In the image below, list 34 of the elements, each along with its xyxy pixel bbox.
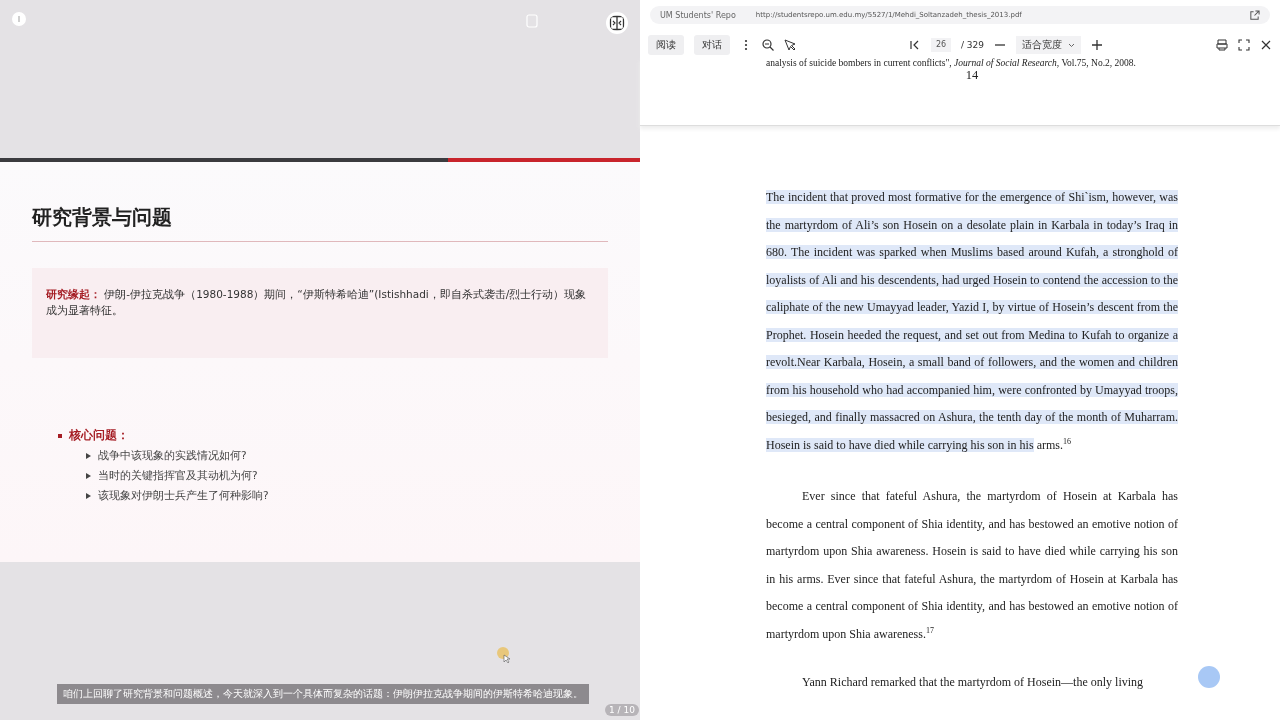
page-number: 14 xyxy=(964,68,980,83)
subtitle-caption: 咱们上回聊了研究背景和问题概述，今天就深入到一个具体而复杂的话题：伊朗伊拉克战争期间的伊斯特希哈迪现象。 xyxy=(57,684,589,704)
bullet-icon xyxy=(86,453,91,459)
plus-icon[interactable] xyxy=(1091,39,1104,51)
paragraph: Ever since that fateful Ashura, the martyrdom of Hosein at Karbala has become a central component of Shia identity, and has bestowed an emotive notion of martyrdom upon Shia awareness. Hosein is said to have died while carrying his son in his arms. Ever since that fateful Ashura, the martyrdom of Hosein at Karbala has become a central component of Shia identity, and has bestowed an emotive notion of martyrdom upon Shia awareness.$^{17}$ xyxy=(766,488,1178,643)
caret-icon xyxy=(1068,42,1076,48)
paragraph: The incident that proved most formative for the emergence of Shi`ism, however, was the martyrdom of Ali’s son Hosein on a desolate plain in Karbala in today’s Iraq in 680. The incident was sparked when Muslims based around Kufah, a stronghold of loyalists of Ali and his descendents, had urged Hosein to contend the accession to the caliphate of the new Umayyad leader, Yazid I, by virtue of Hosein’s descent from the Prophet. Hosein heeded the request, and set out from Medina to Kufah to organize a revolt.Near Karbala, Hosein, a small band of followers, and the women and children from his household who had accompanied him, were confronted by Umayyad troops, besieged, and finally massacred on Ashura, the tenth day of the month of Muharram. Hosein is said to have died while carrying his son in his arms.$^{16}$ xyxy=(766,189,1178,454)
callout-text: 研究缘起： 伊朗-伊拉克战争（1980-1988）期间，“伊斯特希哈迪”(Istishhadi，即自杀式袭击/烈士行动）现象成为显著特征。 xyxy=(32,268,608,358)
split-view-icon[interactable] xyxy=(606,12,628,34)
paragraph: Yann Richard remarked that the martyrdom of Hosein—the only living xyxy=(801,674,1145,691)
page-tab-label[interactable]: UM Students' Repo xyxy=(660,10,736,20)
fullscreen-icon[interactable] xyxy=(1238,39,1250,51)
zoom-out-icon[interactable] xyxy=(762,39,774,51)
question-item: 战争中该现象的实践情况如何? xyxy=(98,449,247,463)
question-item: 该现象对伊朗士兵产生了何种影响? xyxy=(98,489,269,503)
bullet-icon xyxy=(86,493,91,499)
mode-tab[interactable]: 阅读 xyxy=(648,35,684,55)
page-total: / 329 xyxy=(960,40,985,50)
print-icon[interactable] xyxy=(1216,39,1228,51)
question-item: 当时的关键指挥官及其动机为何? xyxy=(98,469,258,483)
bullet-icon xyxy=(86,473,91,479)
core-question-heading: 核心问题： xyxy=(69,428,129,443)
slide-title: 研究背景与问题 xyxy=(32,204,608,242)
first-page-icon[interactable] xyxy=(908,39,921,51)
close-icon[interactable] xyxy=(1260,39,1272,51)
external-link-icon[interactable] xyxy=(1249,9,1260,21)
page-number-field[interactable]: 26 xyxy=(930,38,951,52)
footnote-text: analysis of suicide bombers in current conflicts", Journal of Social Research, Vol.75, No.2, 2008. xyxy=(766,58,1137,68)
zoom-dropdown[interactable]: 适合宽度 xyxy=(1016,36,1082,54)
bullet-icon xyxy=(58,433,62,438)
slide-counter: 1 / 10 xyxy=(605,704,639,716)
mode-tab[interactable]: 对话 xyxy=(694,35,730,55)
pointer-icon[interactable] xyxy=(784,39,796,51)
cursor-icon xyxy=(496,646,510,664)
